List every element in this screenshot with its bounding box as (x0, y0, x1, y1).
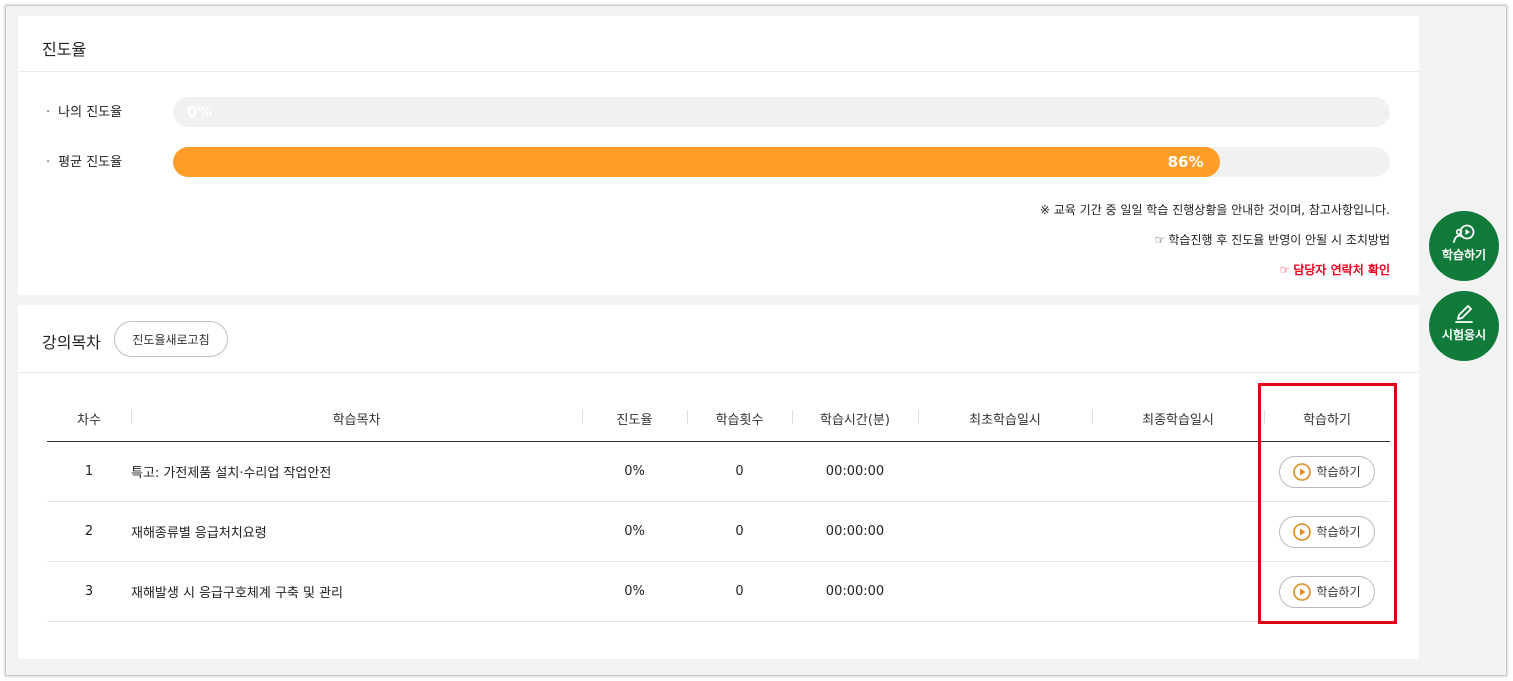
pencil-icon (1455, 305, 1473, 323)
cell-progress: 0% (582, 561, 687, 622)
study-column-highlight (1258, 383, 1397, 624)
cell-last (1092, 501, 1264, 562)
col-header-no: 차수 (47, 395, 131, 442)
divider (18, 71, 1419, 72)
window-frame: 진도율 · 나의 진도율 0% · 평균 진도율 86% ※ 교육 기간 중 일일 … (5, 5, 1507, 676)
avg-progress-value: 86% (1167, 153, 1204, 171)
cell-progress: 0% (582, 501, 687, 562)
cell-count: 0 (687, 501, 792, 562)
floating-exam-button[interactable]: 시험응시 (1429, 291, 1499, 361)
cell-no: 1 (47, 441, 131, 502)
fix-method-link[interactable]: ☞ 학습진행 후 진도율 반영이 안될 시 조치방법 (1155, 231, 1390, 248)
cell-last (1092, 561, 1264, 622)
cell-first (918, 441, 1092, 502)
col-header-last: 최종학습일시 (1092, 395, 1264, 442)
cell-progress: 0% (582, 441, 687, 502)
divider (18, 372, 1419, 373)
lecture-section: 강의목차 진도율새로고침 차수 학습목차 진도율 학습횟수 학습시간(분) 최초… (18, 305, 1419, 659)
col-header-progress: 진도율 (582, 395, 687, 442)
lecture-title: 강의목차 (42, 333, 101, 352)
my-progress-track: 0% (173, 97, 1390, 127)
table-row: 1 특고: 가전제품 설치·수리업 작업안전 0% 0 00:00:00 학습하… (47, 441, 1390, 502)
cell-no: 3 (47, 561, 131, 622)
avg-progress-label: · 평균 진도율 (46, 155, 123, 170)
table-row: 2 재해종류별 응급처치요령 0% 0 00:00:00 학습하기 (47, 501, 1390, 562)
floating-study-label: 학습하기 (1441, 248, 1487, 262)
avg-progress-track: 86% (173, 147, 1390, 177)
study-play-icon (1453, 224, 1475, 243)
table-row: 3 재해발생 시 응급구호체계 구축 및 관리 0% 0 00:00:00 학습… (47, 561, 1390, 622)
progress-title: 진도율 (42, 40, 87, 59)
cell-last (1092, 441, 1264, 502)
pointing-hand-icon: ☞ (1154, 233, 1166, 247)
refresh-progress-button[interactable]: 진도율새로고침 (114, 321, 228, 357)
floating-exam-label: 시험응시 (1441, 328, 1487, 342)
cell-title: 재해발생 시 응급구호체계 구축 및 관리 (131, 561, 582, 622)
avg-progress-fill (173, 147, 1220, 177)
cell-count: 0 (687, 561, 792, 622)
cell-first (918, 561, 1092, 622)
col-header-title: 학습목차 (131, 395, 582, 442)
cell-count: 0 (687, 441, 792, 502)
pointing-hand-icon: ☞ (1279, 263, 1291, 277)
cell-time: 00:00:00 (792, 501, 918, 562)
col-header-first: 최초학습일시 (918, 395, 1092, 442)
cell-time: 00:00:00 (792, 561, 918, 622)
table-header-row: 차수 학습목차 진도율 학습횟수 학습시간(분) 최초학습일시 최종학습일시 학… (47, 395, 1390, 442)
my-progress-value: 0% (187, 103, 213, 121)
avg-progress-row: · 평균 진도율 86% (18, 147, 1419, 177)
cell-first (918, 501, 1092, 562)
my-progress-label: · 나의 진도율 (46, 105, 123, 120)
col-header-count: 학습횟수 (687, 395, 792, 442)
my-progress-row: · 나의 진도율 0% (18, 97, 1419, 127)
col-header-time: 학습시간(분) (792, 395, 918, 442)
cell-time: 00:00:00 (792, 441, 918, 502)
lecture-table: 차수 학습목차 진도율 학습횟수 학습시간(분) 최초학습일시 최종학습일시 학… (47, 395, 1390, 622)
progress-section: 진도율 · 나의 진도율 0% · 평균 진도율 86% ※ 교육 기간 중 일일 … (18, 16, 1419, 295)
progress-info-note: ※ 교육 기간 중 일일 학습 진행상황을 안내한 것이며, 참고사항입니다. (1039, 203, 1390, 217)
cell-title: 특고: 가전제품 설치·수리업 작업안전 (131, 441, 582, 502)
cell-no: 2 (47, 501, 131, 562)
cell-title: 재해종류별 응급처치요령 (131, 501, 582, 562)
contact-link[interactable]: ☞ 담당자 연락처 확인 (1280, 261, 1390, 278)
floating-study-button[interactable]: 학습하기 (1429, 211, 1499, 281)
